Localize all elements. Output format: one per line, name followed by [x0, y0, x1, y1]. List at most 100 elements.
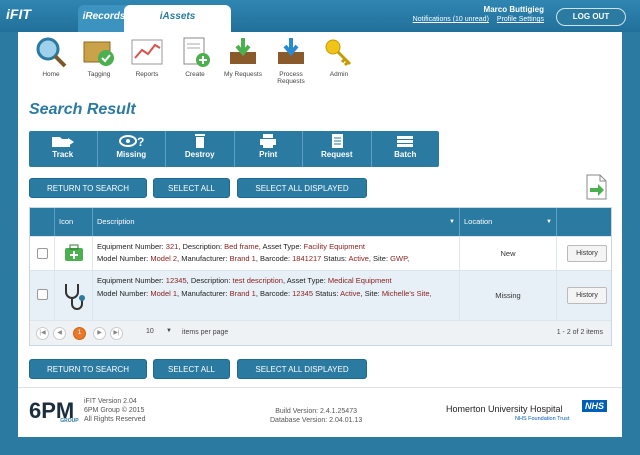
action-toolbar: Track ? Missing Destroy Print Request Ba…	[29, 131, 439, 167]
notifications-link[interactable]: Notifications (10 unread)	[413, 16, 489, 23]
description-header-label: Description	[97, 217, 135, 226]
results-grid: Icon Description ▼ Location ▼ Equipment Nu…	[29, 207, 612, 346]
table-row[interactable]: Equipment Number: 12345, Description: te…	[30, 270, 611, 321]
folder-arrow-icon	[51, 137, 74, 147]
rights-text: All Rights Reserved	[84, 416, 146, 423]
tab-iassets-label: iAssets	[159, 11, 196, 22]
asset-type-label: , Asset Type:	[258, 242, 304, 251]
icon-cell	[55, 271, 93, 321]
nav-item-create[interactable]: Create	[170, 36, 220, 78]
nav-item-admin[interactable]: Admin	[314, 36, 364, 78]
nav-label: Reports	[135, 71, 159, 78]
table-row[interactable]: Equipment Number: 321, Description: Bed …	[30, 236, 611, 271]
location-header-label: Location	[464, 217, 493, 226]
location-cell: Missing	[460, 271, 557, 321]
nav-label: My Requests	[224, 71, 262, 78]
trust-name: NHS Foundation Trust	[515, 416, 570, 422]
profile-settings-link[interactable]: Profile Settings	[497, 16, 544, 23]
home-search-icon	[34, 36, 68, 68]
nav-label: Admin	[329, 71, 349, 78]
logout-button[interactable]: LOG OUT	[556, 8, 626, 26]
missing-label: Missing	[116, 150, 147, 159]
missing-button[interactable]: ? Missing	[98, 131, 166, 167]
filter-icon[interactable]: ▼	[449, 208, 455, 236]
return-to-search-button-bottom[interactable]: RETURN TO SEARCH	[29, 359, 147, 379]
site-value: GWP,	[390, 254, 410, 263]
tab-irecords-label: iRecords	[82, 11, 126, 22]
batch-button[interactable]: Batch	[372, 131, 440, 167]
version-info: iFIT Version 2.04 6PM Group © 2015 All R…	[84, 397, 145, 424]
page-current[interactable]: 1	[73, 327, 86, 340]
equipment-number-label: Equipment Number:	[97, 276, 166, 285]
description-line-1: Equipment Number: 321, Description: Bed …	[97, 241, 455, 253]
first-page-icon[interactable]: |◀	[36, 327, 49, 340]
select-all-displayed-button[interactable]: SELECT ALL DISPLAYED	[237, 178, 367, 198]
site-label: , Site:	[368, 254, 391, 263]
row-checkbox[interactable]	[37, 248, 48, 259]
grid-header: Icon Description ▼ Location ▼	[30, 208, 611, 236]
build-info: Build Version: 2.4.1.25473 Database Vers…	[270, 407, 362, 425]
description-line-2: Model Number: Model 2, Manufacturer: Bra…	[97, 253, 455, 265]
pager-summary: 1 - 2 of 2 items	[556, 329, 603, 336]
nav-label: Tagging	[87, 71, 111, 78]
export-document-icon[interactable]	[583, 174, 609, 202]
description-column-header[interactable]: Description ▼	[93, 208, 460, 236]
track-button[interactable]: Track	[29, 131, 98, 167]
row-checkbox[interactable]	[37, 289, 48, 300]
page-title: Search Result	[29, 101, 136, 118]
barcode-label: , Barcode:	[255, 289, 293, 298]
barcode-value: 12345	[292, 289, 313, 298]
select-cell	[30, 271, 55, 321]
status-value: Active	[340, 289, 361, 298]
description-value: test description	[232, 276, 283, 285]
site-label: , Site:	[360, 289, 382, 298]
status-label: Status:	[321, 254, 349, 263]
filter-icon[interactable]: ▼	[546, 208, 552, 236]
build-version-text: Build Version: 2.4.1.25473	[275, 408, 357, 415]
history-button[interactable]: History	[567, 245, 607, 262]
last-page-icon[interactable]: ▶|	[110, 327, 123, 340]
page-size-select[interactable]: 10 ▼	[138, 328, 174, 340]
status-value: Active	[348, 254, 369, 263]
track-label: Track	[52, 150, 74, 159]
description-line-2: Model Number: Model 1, Manufacturer: Bra…	[97, 287, 455, 301]
nav-item-reports[interactable]: Reports	[122, 36, 172, 78]
page-size-value: 10	[146, 328, 154, 335]
select-all-button[interactable]: SELECT ALL	[153, 178, 230, 198]
destroy-label: Destroy	[184, 150, 215, 159]
description-cell: Equipment Number: 321, Description: Bed …	[93, 237, 460, 271]
return-to-search-button[interactable]: RETURN TO SEARCH	[29, 178, 147, 198]
printer-icon	[260, 134, 277, 148]
nav-item-my-requests[interactable]: My Requests	[218, 36, 268, 78]
nav-item-home[interactable]: Home	[26, 36, 76, 78]
barcode-value: 1841217	[292, 254, 322, 263]
request-button[interactable]: Request	[303, 131, 372, 167]
select-all-button-bottom[interactable]: SELECT ALL	[153, 359, 230, 379]
description-value: Bed frame	[224, 242, 259, 251]
model-number-label: Model Number:	[97, 254, 151, 263]
description-cell: Equipment Number: 12345, Description: te…	[93, 271, 460, 321]
chevron-down-icon: ▼	[166, 328, 172, 334]
model-number-label: Model Number:	[97, 289, 151, 298]
location-column-header[interactable]: Location ▼	[460, 208, 557, 236]
user-links: Notifications (10 unread) Profile Setting…	[405, 16, 544, 23]
tab-iassets[interactable]: iAssets	[124, 5, 231, 32]
footer: 6PMGROUP iFIT Version 2.04 6PM Group © 2…	[18, 387, 622, 437]
print-button[interactable]: Print	[235, 131, 303, 167]
model-number-value: Model 2	[150, 254, 178, 263]
history-button[interactable]: History	[567, 287, 607, 304]
prev-page-icon[interactable]: ◀	[53, 327, 66, 340]
next-page-icon[interactable]: ▶	[93, 327, 106, 340]
reports-chart-icon	[130, 36, 164, 68]
nav-item-process-requests[interactable]: Process Requests	[266, 36, 316, 85]
trash-icon	[194, 134, 205, 148]
barcode-label: , Barcode:	[255, 254, 293, 263]
manufacturer-value: Brand 1	[229, 289, 256, 298]
destroy-button[interactable]: Destroy	[166, 131, 235, 167]
per-page-label: items per page	[182, 329, 229, 336]
description-label: , Description:	[178, 242, 225, 251]
nav-item-tagging[interactable]: Tagging	[74, 36, 124, 78]
status-label: Status:	[313, 289, 341, 298]
model-number-value: Model 1	[150, 289, 178, 298]
select-all-displayed-button-bottom[interactable]: SELECT ALL DISPLAYED	[237, 359, 367, 379]
